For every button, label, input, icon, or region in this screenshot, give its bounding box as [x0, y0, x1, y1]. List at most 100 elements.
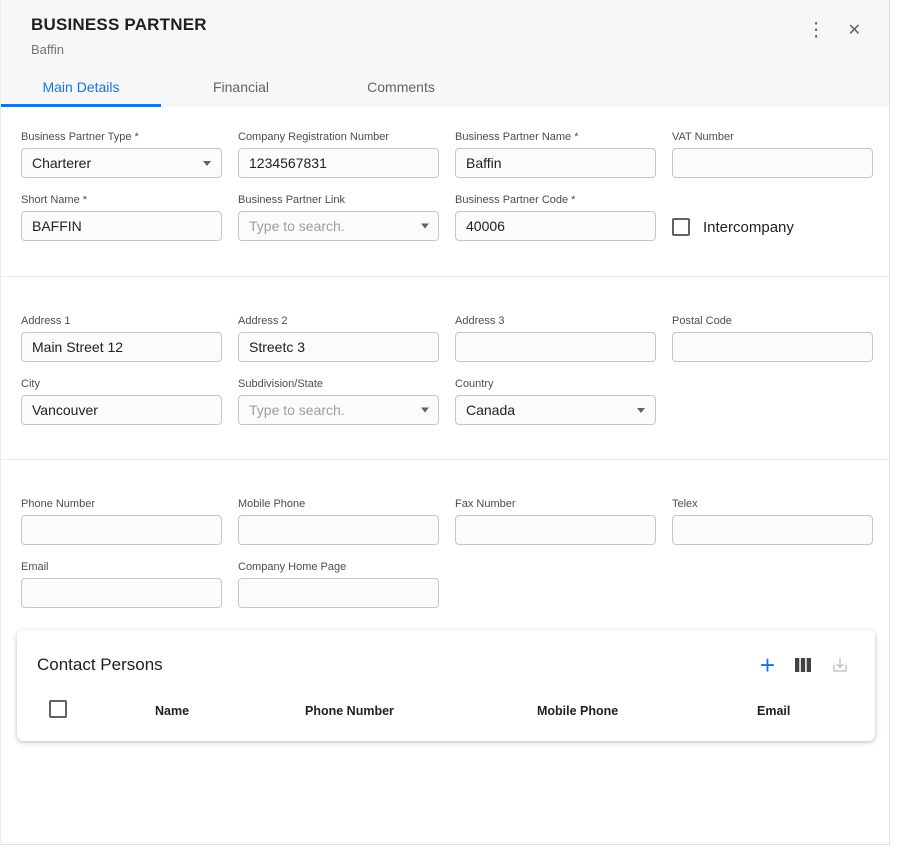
field-label: Address 2 — [238, 315, 439, 327]
field-label: Business Partner Name * — [455, 131, 656, 143]
address-1-input[interactable] — [21, 332, 222, 362]
close-icon: ✕ — [848, 23, 861, 39]
main-details-panel: Business Partner Type * Charterer Compan… — [1, 107, 889, 741]
business-partner-code-input[interactable] — [455, 211, 656, 241]
columns-icon — [795, 658, 811, 672]
field-label: Subdivision/State — [238, 378, 439, 390]
field-city: City — [21, 378, 222, 425]
postal-code-input[interactable] — [672, 332, 873, 362]
header-text: BUSINESS PARTNER Baffin — [31, 15, 207, 57]
field-address-3: Address 3 — [455, 315, 656, 362]
contact-persons-card: Contact Persons + — [17, 630, 875, 741]
field-label: Address 3 — [455, 315, 656, 327]
column-settings-button[interactable] — [791, 654, 815, 676]
tab-label: Financial — [213, 79, 269, 95]
short-name-input[interactable] — [21, 211, 222, 241]
field-label: Fax Number — [455, 498, 656, 510]
subdivision-state-input[interactable] — [238, 395, 439, 425]
tab-bar: Main Details Financial Comments — [1, 69, 889, 107]
field-address-1: Address 1 — [21, 315, 222, 362]
download-icon — [831, 656, 849, 674]
field-label: Business Partner Code * — [455, 194, 656, 206]
field-company-registration-number: Company Registration Number — [238, 131, 439, 178]
intercompany-checkbox[interactable] — [672, 218, 690, 236]
chevron-down-icon — [203, 161, 211, 166]
telex-input[interactable] — [672, 515, 873, 545]
dialog-header: BUSINESS PARTNER Baffin ⋮ ✕ Main Details… — [1, 0, 889, 107]
add-contact-button[interactable]: + — [756, 652, 779, 678]
chevron-down-icon — [421, 224, 429, 229]
field-email: Email — [21, 561, 222, 608]
column-header-phone-number: Phone Number — [273, 704, 505, 718]
contact-persons-title: Contact Persons — [37, 655, 163, 675]
intercompany-label: Intercompany — [703, 219, 794, 236]
select-value: Canada — [466, 402, 515, 418]
field-label: Phone Number — [21, 498, 222, 510]
close-button[interactable]: ✕ — [844, 19, 865, 43]
field-label: Address 1 — [21, 315, 222, 327]
field-label: Postal Code — [672, 315, 873, 327]
city-input[interactable] — [21, 395, 222, 425]
field-label: Email — [21, 561, 222, 573]
business-partner-name-input[interactable] — [455, 148, 656, 178]
kebab-menu-icon: ⋮ — [807, 21, 826, 40]
fax-number-input[interactable] — [455, 515, 656, 545]
page-subtitle: Baffin — [31, 42, 207, 57]
field-phone-number: Phone Number — [21, 498, 222, 545]
contact-persons-actions: + — [756, 652, 853, 678]
business-partner-type-select[interactable]: Charterer — [21, 148, 222, 178]
tab-main-details[interactable]: Main Details — [1, 69, 161, 107]
column-header-name: Name — [123, 704, 273, 718]
header-actions: ⋮ ✕ — [803, 17, 865, 44]
phone-number-input[interactable] — [21, 515, 222, 545]
field-business-partner-name: Business Partner Name * — [455, 131, 656, 178]
field-fax-number: Fax Number — [455, 498, 656, 545]
field-telex: Telex — [672, 498, 873, 545]
export-button[interactable] — [827, 652, 853, 678]
business-partner-dialog: BUSINESS PARTNER Baffin ⋮ ✕ Main Details… — [0, 0, 890, 845]
address-3-input[interactable] — [455, 332, 656, 362]
page-title: BUSINESS PARTNER — [31, 15, 207, 35]
select-value: Charterer — [32, 155, 91, 171]
more-options-button[interactable]: ⋮ — [803, 17, 830, 44]
column-header-mobile-phone: Mobile Phone — [505, 704, 725, 718]
field-label: Company Registration Number — [238, 131, 439, 143]
field-short-name: Short Name * — [21, 194, 222, 242]
email-input[interactable] — [21, 578, 222, 608]
field-business-partner-type: Business Partner Type * Charterer — [21, 131, 222, 178]
field-label: Business Partner Link — [238, 194, 439, 206]
plus-icon: + — [760, 656, 775, 674]
tab-label: Main Details — [42, 79, 119, 95]
contact-info-section: Phone Number Mobile Phone Fax Number Tel… — [1, 498, 889, 608]
chevron-down-icon — [421, 408, 429, 413]
field-vat-number: VAT Number — [672, 131, 873, 178]
vat-number-input[interactable] — [672, 148, 873, 178]
mobile-phone-input[interactable] — [238, 515, 439, 545]
company-home-page-input[interactable] — [238, 578, 439, 608]
address-2-input[interactable] — [238, 332, 439, 362]
tab-comments[interactable]: Comments — [321, 69, 481, 107]
chevron-down-icon — [637, 408, 645, 413]
field-business-partner-code: Business Partner Code * — [455, 194, 656, 242]
contact-persons-table-header: Name Phone Number Mobile Phone Email — [17, 700, 875, 727]
partner-info-section: Business Partner Type * Charterer Compan… — [1, 131, 889, 242]
field-postal-code: Postal Code — [672, 315, 873, 362]
field-label: City — [21, 378, 222, 390]
company-registration-number-input[interactable] — [238, 148, 439, 178]
field-mobile-phone: Mobile Phone — [238, 498, 439, 545]
field-label: Mobile Phone — [238, 498, 439, 510]
field-label: Business Partner Type * — [21, 131, 222, 143]
select-all-checkbox[interactable] — [49, 700, 67, 718]
country-select[interactable]: Canada — [455, 395, 656, 425]
field-label: Short Name * — [21, 194, 222, 206]
select-all-cell — [17, 700, 123, 721]
section-divider — [1, 276, 889, 277]
field-country: Country Canada — [455, 378, 656, 425]
tab-financial[interactable]: Financial — [161, 69, 321, 107]
tab-label: Comments — [367, 79, 435, 95]
business-partner-link-input[interactable] — [238, 211, 439, 241]
address-section: Address 1 Address 2 Address 3 Postal Cod… — [1, 315, 889, 425]
contact-persons-header: Contact Persons + — [17, 630, 875, 700]
section-divider — [1, 459, 889, 460]
field-intercompany: Intercompany — [672, 212, 873, 242]
